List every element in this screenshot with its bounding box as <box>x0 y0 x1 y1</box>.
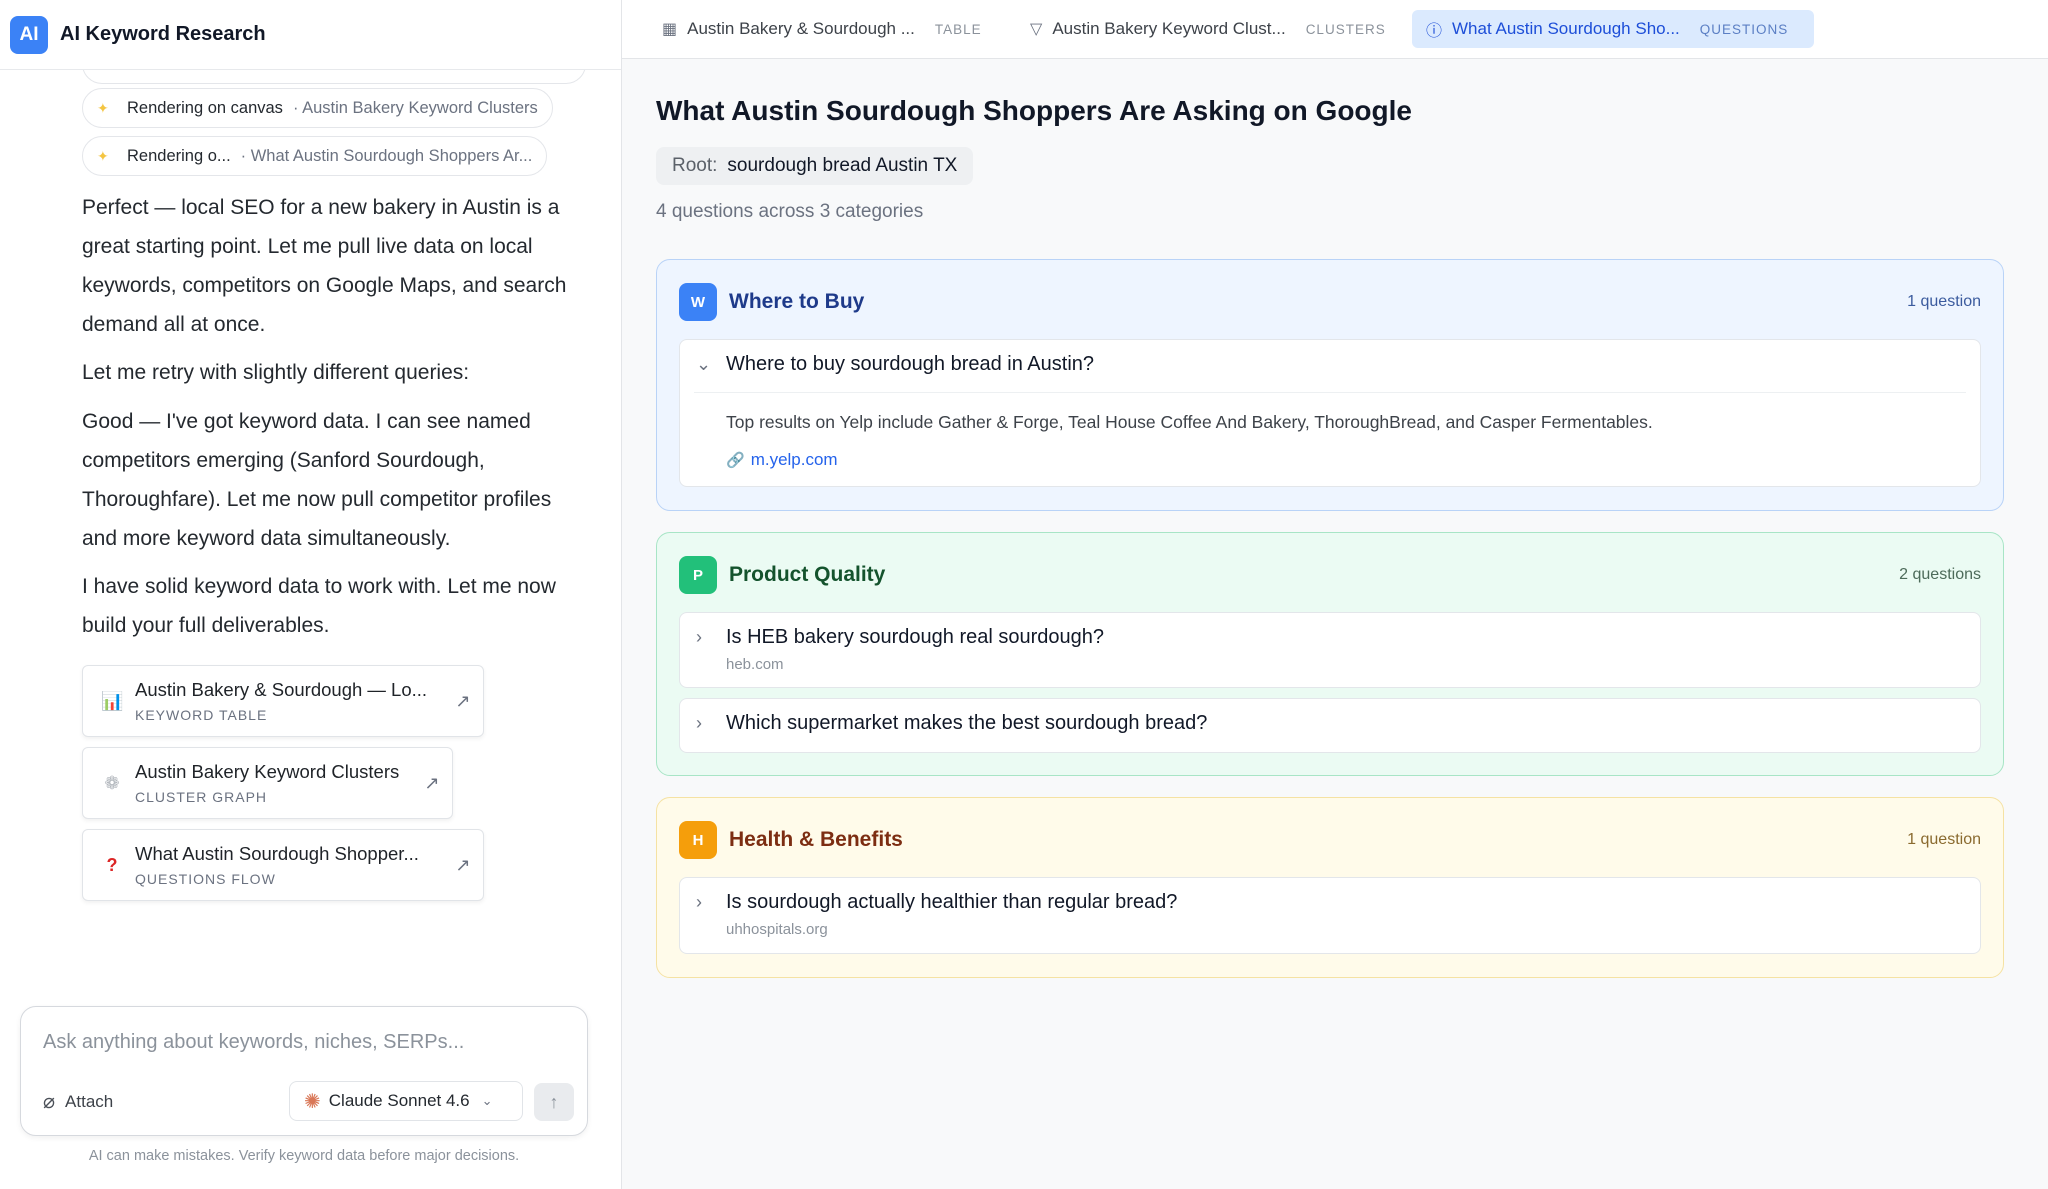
artifact-card-questions-flow[interactable]: ? What Austin Sourdough Shopper... QUEST… <box>82 829 484 901</box>
chevron-right-icon[interactable]: › <box>696 713 702 734</box>
tab-type: TABLE <box>934 21 982 37</box>
chevron-down-icon[interactable]: ⌄ <box>696 354 711 375</box>
bar-chart-icon: 📊 <box>101 690 124 711</box>
category-count: 1 question <box>1907 293 1981 310</box>
status-detail: · Austin Bakery Keyword Clusters <box>292 98 538 117</box>
chevron-right-icon[interactable]: › <box>696 627 702 648</box>
tab-keyword-table[interactable]: ▦ Austin Bakery & Sourdough ... TABLE <box>648 10 996 48</box>
canvas-tab-bar: ▦ Austin Bakery & Sourdough ... TABLE ▽ … <box>622 0 2048 59</box>
model-label: Claude Sonnet 4.6 <box>328 1091 470 1110</box>
assistant-message: Perfect — local SEO for a new bakery in … <box>82 196 567 336</box>
tab-questions[interactable]: ⓘ What Austin Sourdough Sho... QUESTIONS <box>1412 10 1814 48</box>
status-pill-partial <box>82 70 586 84</box>
open-arrow-icon[interactable]: ↗ <box>443 691 483 712</box>
chevron-down-icon: ⌄ <box>481 1093 493 1108</box>
root-label: Root: <box>672 155 718 176</box>
artifact-type: KEYWORD TABLE <box>135 707 268 723</box>
status-label: Rendering o... <box>127 146 231 165</box>
status-detail: · What Austin Sourdough Shoppers Ar... <box>240 146 533 165</box>
source-link[interactable]: 🔗 m.yelp.com <box>726 450 838 470</box>
question-text: Which supermarket makes the best sourdou… <box>726 712 1208 734</box>
question-source: uhhospitals.org <box>726 921 828 938</box>
app-header: AI AI Keyword Research <box>0 0 621 70</box>
chat-history[interactable]: ✦ Rendering on canvas · Austin Bakery Ke… <box>0 70 621 990</box>
assistant-message: Good — I've got keyword data. I can see … <box>82 410 552 550</box>
tab-clusters[interactable]: ▽ Austin Bakery Keyword Clust... CLUSTER… <box>1016 10 1400 48</box>
category-name: Product Quality <box>729 563 886 586</box>
tab-label: What Austin Sourdough Sho... <box>1452 19 1680 38</box>
tab-label: Austin Bakery Keyword Clust... <box>1052 19 1286 38</box>
model-selector[interactable]: ✺ Claude Sonnet 4.6 ⌄ <box>289 1081 523 1121</box>
link-icon: 🔗 <box>726 452 745 469</box>
category-where-to-buy: W Where to Buy 1 question ⌄ Where to buy… <box>656 259 2004 511</box>
question-text: Is sourdough actually healthier than reg… <box>726 891 1178 913</box>
claude-burst-icon: ✺ <box>304 1090 321 1113</box>
category-count: 1 question <box>1907 831 1981 848</box>
paperclip-icon: ⌀ <box>43 1091 56 1113</box>
table-icon: ▦ <box>662 21 678 38</box>
category-badge: P <box>679 556 717 594</box>
app-logo: AI <box>10 15 48 54</box>
artifact-title: What Austin Sourdough Shopper... <box>135 843 419 864</box>
question-mark-icon: ? <box>106 854 118 875</box>
question-text: Where to buy sourdough bread in Austin? <box>726 353 1095 375</box>
filter-icon: ▽ <box>1030 21 1043 38</box>
category-product-quality: P Product Quality 2 questions › Is HEB b… <box>656 532 2004 776</box>
question-item[interactable]: › Is HEB bakery sourdough real sourdough… <box>679 612 1981 688</box>
status-pill: ✦ Rendering on canvas · Austin Bakery Ke… <box>82 88 553 128</box>
root-value: sourdough bread Austin TX <box>727 155 958 176</box>
attach-label: Attach <box>65 1091 114 1111</box>
source-link-label: m.yelp.com <box>750 450 838 469</box>
questions-summary: 4 questions across 3 categories <box>656 201 924 222</box>
tab-type: QUESTIONS <box>1699 21 1789 37</box>
question-item[interactable]: › Which supermarket makes the best sourd… <box>679 698 1981 753</box>
chevron-right-icon[interactable]: › <box>696 892 702 913</box>
status-pill: ✦ Rendering o... · What Austin Sourdough… <box>82 136 548 176</box>
assistant-message: I have solid keyword data to work with. … <box>82 575 556 637</box>
artifact-title: Austin Bakery Keyword Clusters <box>135 761 400 782</box>
category-badge: W <box>679 283 717 321</box>
chat-panel: AI AI Keyword Research ✦ Rendering on ca… <box>0 0 622 1189</box>
status-label: Rendering on canvas <box>127 98 283 117</box>
question-item-expanded[interactable]: ⌄ Where to buy sourdough bread in Austin… <box>679 339 1981 487</box>
question-text: Is HEB bakery sourdough real sourdough? <box>726 626 1105 648</box>
assistant-message: Let me retry with slightly different que… <box>82 361 470 384</box>
cluster-graph-icon: ❁ <box>104 772 120 793</box>
root-keyword-pill: Root: sourdough bread Austin TX <box>656 147 974 185</box>
tab-type: CLUSTERS <box>1305 21 1386 37</box>
answer-text: Top results on Yelp include Gather & For… <box>726 412 1653 432</box>
category-count: 2 questions <box>1899 566 1981 583</box>
artifact-card-keyword-table[interactable]: 📊 Austin Bakery & Sourdough — Lo... KEYW… <box>82 665 484 737</box>
open-arrow-icon[interactable]: ↗ <box>412 773 452 794</box>
sparkle-icon: ✦ <box>97 147 109 164</box>
disclaimer: AI can make mistakes. Verify keyword dat… <box>88 1148 520 1164</box>
category-header: H Health & Benefits 1 question <box>679 820 1981 860</box>
question-item[interactable]: › Is sourdough actually healthier than r… <box>679 877 1981 954</box>
artifact-card-cluster-graph[interactable]: ❁ Austin Bakery Keyword Clusters CLUSTER… <box>82 747 453 819</box>
category-health-benefits: H Health & Benefits 1 question › Is sour… <box>656 797 2004 978</box>
chat-input[interactable] <box>43 1031 563 1054</box>
tab-label: Austin Bakery & Sourdough ... <box>687 19 915 38</box>
category-badge: H <box>679 821 717 859</box>
chat-composer: ⌀ Attach ✺ Claude Sonnet 4.6 ⌄ ↑ <box>20 1006 588 1136</box>
sparkle-icon: ✦ <box>97 99 109 116</box>
divider <box>694 392 1966 393</box>
open-arrow-icon[interactable]: ↗ <box>443 855 483 876</box>
artifact-title: Austin Bakery & Sourdough — Lo... <box>135 679 428 700</box>
question-source: heb.com <box>726 656 784 673</box>
category-name: Health & Benefits <box>729 828 903 851</box>
category-name: Where to Buy <box>729 290 865 313</box>
canvas-panel: ▦ Austin Bakery & Sourdough ... TABLE ▽ … <box>622 0 2048 1189</box>
category-header: P Product Quality 2 questions <box>679 555 1981 595</box>
artifact-type: CLUSTER GRAPH <box>135 789 268 805</box>
send-button[interactable]: ↑ <box>534 1083 574 1121</box>
artifact-type: QUESTIONS FLOW <box>135 871 276 887</box>
app-title: AI Keyword Research <box>60 23 266 45</box>
question-circle-icon: ⓘ <box>1426 23 1443 40</box>
arrow-up-icon: ↑ <box>549 1091 559 1112</box>
category-header: W Where to Buy 1 question <box>679 282 1981 322</box>
page-title: What Austin Sourdough Shoppers Are Askin… <box>656 95 1412 126</box>
attach-button[interactable]: ⌀ Attach <box>43 1089 113 1114</box>
